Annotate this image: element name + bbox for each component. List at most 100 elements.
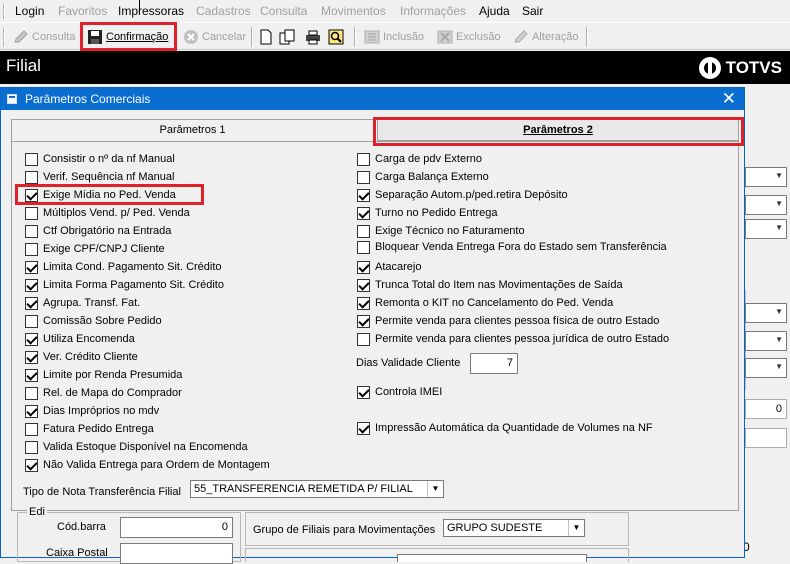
- checkbox-option[interactable]: Valida Estoque Disponível na Encomenda: [25, 439, 248, 455]
- checkbox-option[interactable]: Trunca Total do Item nas Movimentações d…: [357, 277, 623, 293]
- background-combo[interactable]: [745, 331, 787, 351]
- checkbox-option[interactable]: Exige Mídia no Ped. Venda: [25, 187, 176, 203]
- cancelar-button[interactable]: Cancelar: [183, 26, 246, 48]
- checkbox-option[interactable]: Dias Impróprios no mdv: [25, 403, 159, 419]
- checkbox-option[interactable]: Fatura Pedido Entrega: [25, 421, 154, 437]
- checkbox-option[interactable]: Consistir o nº da nf Manual: [25, 151, 175, 167]
- print-button[interactable]: [305, 26, 324, 48]
- checkbox-box: [25, 170, 38, 184]
- dias-validade-input[interactable]: 7: [470, 353, 518, 374]
- checkbox-option[interactable]: Limita Cond. Pagamento Sit. Crédito: [25, 259, 222, 275]
- checkbox-box: [25, 368, 38, 382]
- background-combo[interactable]: [745, 358, 787, 378]
- checkbox-option[interactable]: Bloquear Venda Entrega Fora do Estado se…: [357, 239, 667, 255]
- copy-button[interactable]: [279, 26, 298, 48]
- caixa-postal-input[interactable]: [120, 543, 233, 564]
- checkbox-label: Carga de pdv Externo: [375, 153, 483, 165]
- checkbox-option[interactable]: Exige CPF/CNPJ Cliente: [25, 241, 165, 257]
- menu-sair[interactable]: Sair: [522, 4, 543, 18]
- alteracao-button[interactable]: Alteração: [513, 26, 578, 48]
- confirmacao-button[interactable]: Confirmação: [87, 26, 168, 48]
- checkbox-box: [25, 440, 38, 454]
- menu-impressoras[interactable]: Impressoras: [118, 4, 184, 18]
- checkbox-box: [25, 458, 38, 472]
- menu-login[interactable]: Login: [15, 4, 44, 18]
- background-field[interactable]: [745, 428, 787, 448]
- controla-imei-checkbox[interactable]: Controla IMEI: [357, 384, 442, 400]
- checkbox-option[interactable]: Limite por Renda Presumida: [25, 367, 182, 383]
- checkbox-option[interactable]: Não Valida Entrega para Ordem de Montage…: [25, 457, 270, 473]
- close-icon[interactable]: ✕: [722, 89, 736, 109]
- page-header: Filial TOTVS: [0, 51, 790, 84]
- background-combo[interactable]: [745, 167, 787, 187]
- checkbox-label: Impressão Automática da Quantidade de Vo…: [375, 422, 653, 434]
- exclusao-button[interactable]: Exclusão: [437, 26, 501, 48]
- tab-parametros-1[interactable]: Parâmetros 1: [11, 119, 374, 141]
- checkbox-option[interactable]: Múltiplos Vend. p/ Ped. Venda: [25, 205, 190, 221]
- tab-parametros-2[interactable]: Parâmetros 2: [377, 119, 739, 141]
- consulta-label: Consulta: [32, 31, 76, 43]
- edi-group-label: Edi: [27, 506, 47, 518]
- checkbox-option[interactable]: Permite venda para clientes pessoa físic…: [357, 313, 659, 329]
- dialog-titlebar: Parâmetros Comerciais ✕: [1, 88, 744, 110]
- checkbox-option[interactable]: Separação Autom.p/ped.retira Depósito: [357, 187, 568, 203]
- checkbox-box: [25, 332, 38, 346]
- checkbox-box: [357, 152, 370, 166]
- grupo-filiais-select[interactable]: GRUPO SUDESTE ▼: [443, 519, 585, 537]
- tipo-nota-select[interactable]: 55_TRANSFERENCIA REMETIDA P/ FILIAL ▼: [190, 480, 444, 498]
- checkbox-box: [25, 404, 38, 418]
- checkbox-option[interactable]: Ctf Obrigatório na Entrada: [25, 223, 171, 239]
- checkbox-option[interactable]: Comissão Sobre Pedido: [25, 313, 162, 329]
- checkbox-option[interactable]: Verif. Sequência nf Manual: [25, 169, 174, 185]
- menu-movimentos[interactable]: Movimentos: [321, 4, 386, 18]
- new-document-button[interactable]: [258, 26, 277, 48]
- checkbox-label: Comissão Sobre Pedido: [43, 315, 162, 327]
- checkbox-option[interactable]: Agrupa. Transf. Fat.: [25, 295, 140, 311]
- background-combo[interactable]: [745, 219, 787, 239]
- checkbox-option[interactable]: Carga de pdv Externo: [357, 151, 482, 167]
- page-title: Filial: [6, 56, 41, 75]
- checkbox-option[interactable]: Remonta o KIT no Cancelamento do Ped. Ve…: [357, 295, 613, 311]
- menu-informacoes[interactable]: Informações: [400, 4, 466, 18]
- impressao-automatica-checkbox[interactable]: Impressão Automática da Quantidade de Vo…: [357, 420, 653, 436]
- checkbox-option[interactable]: Turno no Pedido Entrega: [357, 205, 498, 221]
- checkbox-option[interactable]: Rel. de Mapa do Comprador: [25, 385, 182, 401]
- edit-record-icon: [514, 30, 528, 43]
- menu-ajuda[interactable]: Ajuda: [479, 4, 510, 18]
- tipo-nota-value: 55_TRANSFERENCIA REMETIDA P/ FILIAL: [194, 483, 413, 495]
- checkbox-box: [25, 422, 38, 436]
- checkbox-label: Exige Técnico no Faturamento: [375, 225, 525, 237]
- checkbox-box: [357, 332, 370, 346]
- checkbox-label: Valida Estoque Disponível na Encomenda: [43, 441, 248, 453]
- cod-barra-input[interactable]: 0: [120, 517, 233, 538]
- checkbox-label: Remonta o KIT no Cancelamento do Ped. Ve…: [375, 297, 614, 309]
- consulta-button[interactable]: Consulta: [13, 26, 75, 48]
- checkbox-option[interactable]: Limita Forma Pagamento Sit. Crédito: [25, 277, 224, 293]
- background-combo[interactable]: [745, 303, 787, 323]
- checkbox-label: Permite venda para clientes pessoa físic…: [375, 315, 660, 327]
- checkbox-option[interactable]: Utiliza Encomenda: [25, 331, 135, 347]
- checkbox-label: Fatura Pedido Entrega: [43, 423, 154, 435]
- checkbox-label: Utiliza Encomenda: [43, 333, 135, 345]
- checkbox-option[interactable]: Atacarejo: [357, 259, 421, 275]
- chevron-down-icon[interactable]: ▼: [427, 481, 443, 497]
- checkbox-box: [357, 170, 370, 184]
- chevron-down-icon[interactable]: ▼: [568, 520, 584, 536]
- menu-favoritos[interactable]: Favoritos: [58, 4, 107, 18]
- checkbox-option[interactable]: Permite venda para clientes pessoa juríd…: [357, 331, 669, 347]
- checkbox-label: Rel. de Mapa do Comprador: [43, 387, 182, 399]
- background-field[interactable]: 0: [745, 399, 787, 419]
- confirmacao-label: Confirmação: [106, 31, 169, 43]
- checkbox-option[interactable]: Exige Técnico no Faturamento: [357, 223, 525, 239]
- checkbox-option[interactable]: Ver. Crédito Cliente: [25, 349, 138, 365]
- inclusao-button[interactable]: Inclusão: [364, 26, 424, 48]
- window-icon: [7, 94, 17, 104]
- cancelar-label: Cancelar: [202, 31, 247, 43]
- menu-cadastros[interactable]: Cadastros: [196, 4, 251, 18]
- checkbox-option[interactable]: Carga Balança Externo: [357, 169, 489, 185]
- background-combo[interactable]: [745, 195, 787, 215]
- lower-input[interactable]: [397, 554, 587, 562]
- tab-label: Parâmetros 1: [159, 124, 226, 136]
- print-preview-button[interactable]: [328, 26, 347, 48]
- menu-consulta[interactable]: Consulta: [260, 4, 307, 18]
